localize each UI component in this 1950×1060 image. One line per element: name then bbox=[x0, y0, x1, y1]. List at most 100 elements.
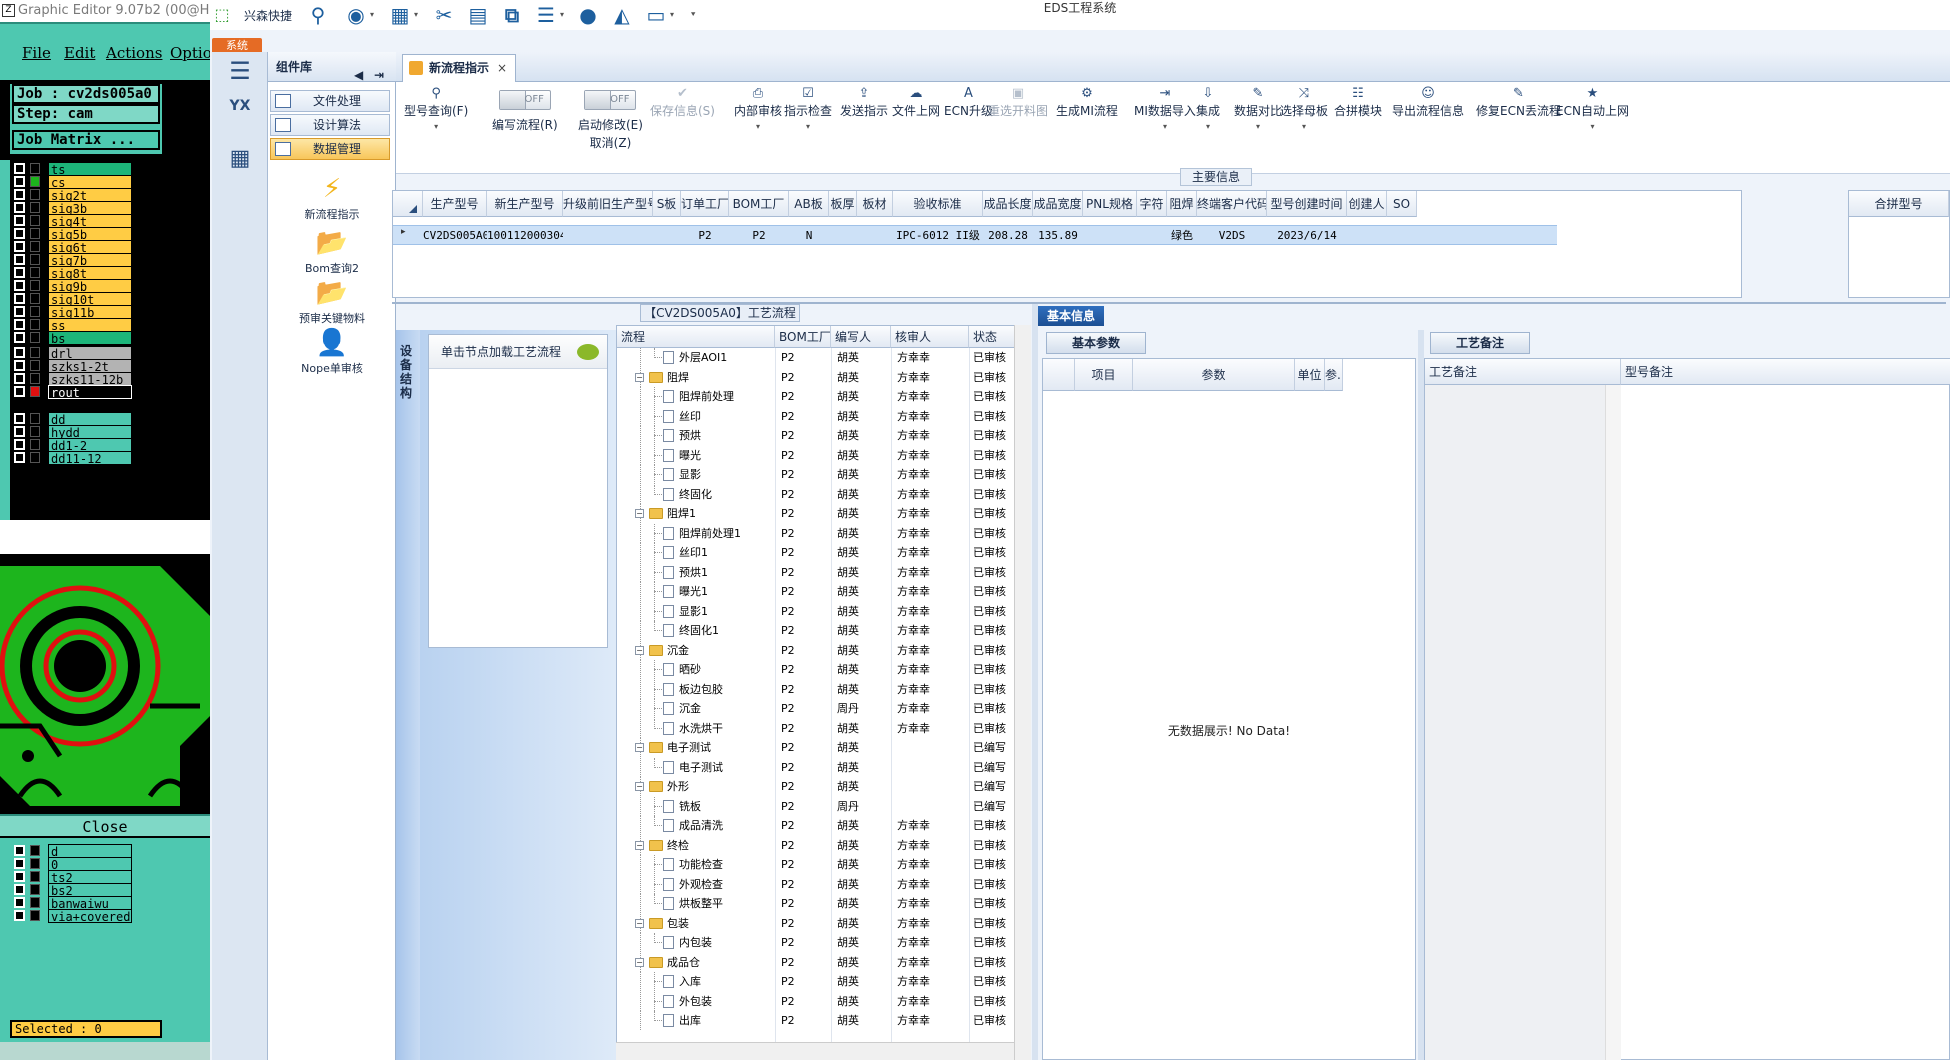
tree-cell[interactable]: 曝光1 bbox=[617, 582, 775, 601]
layer-row[interactable]: 0 bbox=[14, 857, 132, 871]
layer-affected-toggle[interactable] bbox=[30, 176, 40, 187]
library-item[interactable]: 设计算法 bbox=[270, 114, 390, 136]
tree-cell[interactable]: 外层AOI1 bbox=[617, 348, 775, 367]
layer-affected-toggle[interactable] bbox=[30, 319, 40, 330]
layer-name[interactable]: rout bbox=[48, 385, 132, 399]
layer-row[interactable]: szks11-12b bbox=[14, 372, 132, 386]
layer-affected-toggle[interactable] bbox=[30, 910, 40, 921]
tree-cell[interactable]: 外观检查 bbox=[617, 874, 775, 894]
ribbon-button-11[interactable]: ⚙ 生成MI流程 bbox=[1056, 86, 1118, 120]
layer-affected-toggle[interactable] bbox=[30, 858, 40, 869]
layer-row[interactable]: banwaiwu bbox=[14, 896, 132, 910]
tree-cell[interactable]: 终固化1 bbox=[617, 621, 775, 640]
layer-row[interactable]: ss bbox=[14, 318, 132, 332]
tree-cell[interactable]: 预烘1 bbox=[617, 562, 775, 582]
chevron-down-icon[interactable]: ▾ bbox=[560, 10, 564, 19]
layer-name[interactable]: sig10t bbox=[48, 292, 132, 306]
table-row[interactable]: 沉金 P2 周丹 方幸幸 已审核 bbox=[617, 699, 1021, 718]
table-row[interactable]: − 阻焊1 P2 胡英 方幸幸 已审核 bbox=[617, 504, 1021, 523]
tree-cell[interactable]: − 阻焊1 bbox=[617, 504, 775, 523]
chevron-down-icon[interactable]: ▾ bbox=[370, 10, 374, 19]
layer-affected-toggle[interactable] bbox=[30, 306, 40, 317]
ribbon-button-2[interactable]: OFF 编写流程(R) bbox=[492, 82, 558, 134]
collapse-toggle-icon[interactable]: − bbox=[635, 957, 644, 967]
tree-cell[interactable]: 丝印 bbox=[617, 406, 775, 426]
layer-checkbox[interactable] bbox=[14, 202, 25, 213]
layer-affected-toggle[interactable] bbox=[30, 228, 40, 239]
layer-name[interactable]: ts bbox=[48, 162, 132, 176]
layer-affected-toggle[interactable] bbox=[30, 241, 40, 252]
column-header[interactable]: PNL规格 bbox=[1083, 191, 1137, 217]
toggle-switch[interactable]: OFF bbox=[498, 90, 551, 110]
tree-cell[interactable]: 水洗烘干 bbox=[617, 718, 775, 738]
tool-nope-review[interactable]: 👤 Nope单审核 bbox=[268, 328, 396, 376]
close-icon[interactable]: × bbox=[497, 55, 507, 81]
layer-checkbox[interactable] bbox=[14, 910, 25, 921]
layer-row[interactable]: sig2t bbox=[14, 188, 132, 202]
tree-cell[interactable]: 外包装 bbox=[617, 991, 775, 1011]
tool-prereview-materials[interactable]: 📂 预审关键物料 bbox=[268, 278, 396, 326]
ribbon-button-17[interactable]: ☺ 导出流程信息 bbox=[1392, 86, 1464, 120]
table-row[interactable]: 外包装 P2 胡英 方幸幸 已审核 bbox=[617, 991, 1021, 1011]
user-icon[interactable]: ● bbox=[576, 3, 600, 27]
layer-checkbox[interactable] bbox=[14, 897, 25, 908]
layer-checkbox[interactable] bbox=[14, 254, 25, 265]
layer-row[interactable]: sig6t bbox=[14, 240, 132, 254]
table-row[interactable]: 显影 P2 胡英 方幸幸 已审核 bbox=[617, 465, 1021, 484]
column-header-process-notes[interactable]: 工艺备注 bbox=[1425, 359, 1621, 385]
table-row[interactable]: 外层AOI1 P2 胡英 方幸幸 已审核 bbox=[617, 348, 1021, 367]
layer-name[interactable]: drl bbox=[48, 346, 132, 360]
film-icon[interactable]: ▤ bbox=[466, 3, 490, 27]
table-row[interactable]: 显影1 P2 胡英 方幸幸 已审核 bbox=[617, 601, 1021, 621]
layer-name[interactable]: cs bbox=[48, 175, 132, 189]
tree-cell[interactable]: − 成品仓 bbox=[617, 952, 775, 972]
table-row[interactable]: 曝光 P2 胡英 方幸幸 已审核 bbox=[617, 445, 1021, 465]
layer-row[interactable]: szks1-2t bbox=[14, 359, 132, 373]
tree-cell[interactable]: − 终检 bbox=[617, 835, 775, 855]
column-header[interactable]: S板 bbox=[653, 191, 681, 217]
layer-row[interactable]: hydd bbox=[14, 425, 132, 439]
layer-name[interactable]: sig3b bbox=[48, 201, 132, 215]
ribbon-button-label-2[interactable]: 取消(Z) bbox=[578, 134, 643, 152]
table-row[interactable]: − 电子测试 P2 胡英 已编写 bbox=[617, 738, 1021, 757]
tree-cell[interactable]: − 包装 bbox=[617, 913, 775, 933]
layer-affected-toggle[interactable] bbox=[30, 189, 40, 200]
chevron-down-icon[interactable]: ▾ bbox=[1280, 120, 1328, 134]
layer-name[interactable]: dd1-2 bbox=[48, 438, 132, 452]
column-header[interactable]: 型号创建时间 bbox=[1267, 191, 1347, 217]
table-row[interactable]: 功能检查 P2 胡英 方幸幸 已审核 bbox=[617, 855, 1021, 874]
hamburger-menu-icon[interactable]: ☰ bbox=[222, 56, 258, 86]
layer-affected-toggle[interactable] bbox=[30, 452, 40, 463]
column-header[interactable]: BOM工厂 bbox=[775, 326, 831, 348]
layer-affected-toggle[interactable] bbox=[30, 413, 40, 424]
table-row[interactable]: 板边包胶 P2 胡英 方幸幸 已审核 bbox=[617, 679, 1021, 699]
layer-affected-toggle[interactable] bbox=[30, 426, 40, 437]
layer-affected-toggle[interactable] bbox=[30, 202, 40, 213]
layer-row[interactable]: d bbox=[14, 844, 132, 858]
layer-affected-toggle[interactable] bbox=[30, 871, 40, 882]
layer-checkbox[interactable] bbox=[14, 413, 25, 424]
layer-name[interactable]: via+covered bbox=[48, 909, 132, 923]
layer-checkbox[interactable] bbox=[14, 347, 25, 358]
column-header[interactable]: 终端客户代码 bbox=[1197, 191, 1267, 217]
scissors-icon[interactable]: ✂ bbox=[432, 3, 456, 27]
layer-checkbox[interactable] bbox=[14, 280, 25, 291]
list-icon[interactable]: ☰ bbox=[534, 3, 558, 27]
tool-bom-query[interactable]: 📂 Bom查询2 bbox=[268, 228, 396, 276]
table-row[interactable]: − 沉金 P2 胡英 方幸幸 已审核 bbox=[617, 640, 1021, 660]
tree-cell[interactable]: 曝光 bbox=[617, 445, 775, 465]
tab-basic-info[interactable]: 基本信息 bbox=[1038, 306, 1104, 326]
ribbon-button-6[interactable]: ☑ 指示检查 ▾ bbox=[784, 86, 832, 134]
copy-icon[interactable]: ⧉ bbox=[500, 3, 524, 27]
column-header[interactable]: 成品长度 bbox=[983, 191, 1033, 217]
layer-affected-toggle[interactable] bbox=[30, 254, 40, 265]
column-header-model-notes[interactable]: 型号备注 bbox=[1621, 359, 1950, 385]
layer-name[interactable]: sig6t bbox=[48, 240, 132, 254]
table-row[interactable]: 终固化1 P2 胡英 方幸幸 已审核 bbox=[617, 621, 1021, 640]
table-row[interactable]: 阻焊前处理 P2 胡英 方幸幸 已审核 bbox=[617, 387, 1021, 406]
layer-row[interactable]: sig8t bbox=[14, 266, 132, 280]
table-row[interactable]: 预烘1 P2 胡英 方幸幸 已审核 bbox=[617, 562, 1021, 582]
layer-affected-toggle[interactable] bbox=[30, 360, 40, 371]
layer-affected-toggle[interactable] bbox=[30, 332, 40, 343]
layer-checkbox[interactable] bbox=[14, 845, 25, 856]
